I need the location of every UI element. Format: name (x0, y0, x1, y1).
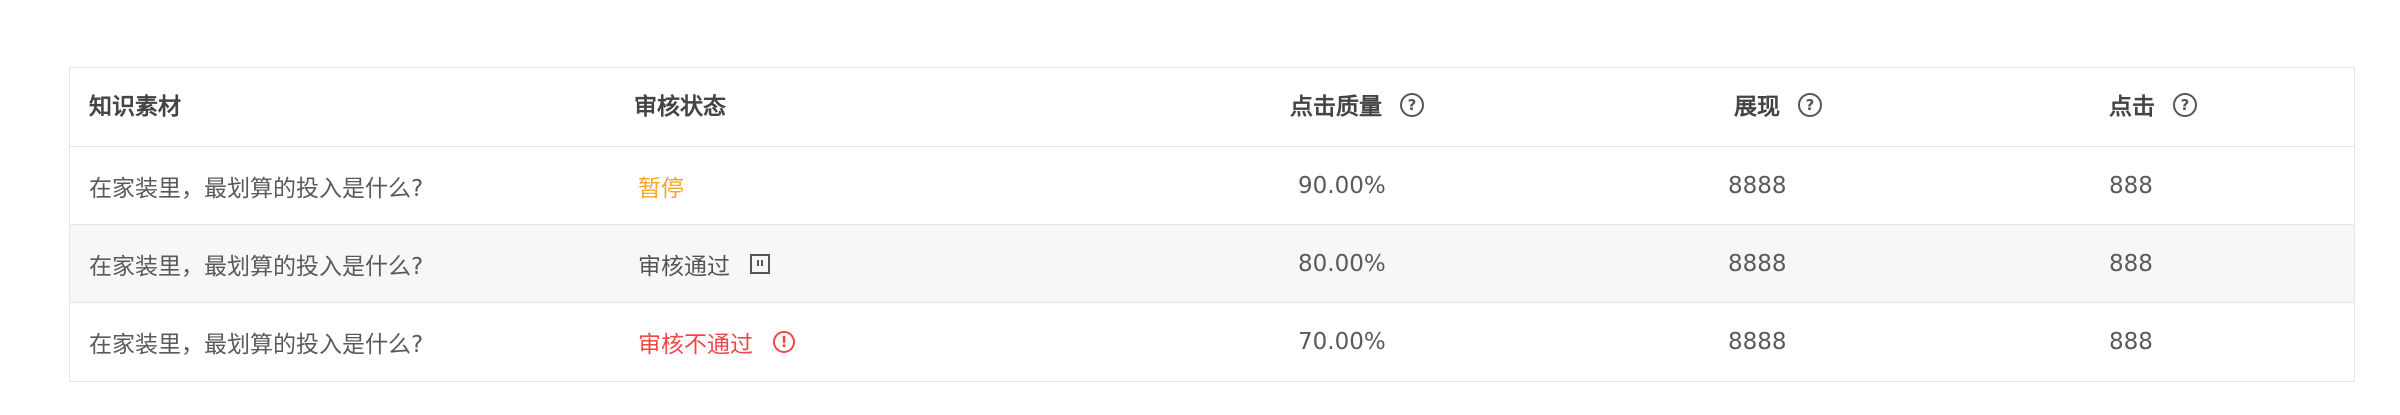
column-header-material: 知识素材 (89, 65, 181, 143)
clicks-cell: 888 (2109, 172, 2153, 199)
column-header-clicks: 点击 ? (2109, 65, 2197, 143)
quality-cell: 70.00% (1298, 329, 1386, 355)
status-label: 审核通过 (638, 253, 730, 280)
column-header-quality-label: 点击质量 (1290, 94, 1382, 120)
status-label: 审核不通过 (638, 332, 753, 358)
material-cell: 在家装里，最划算的投入是什么? (89, 175, 424, 202)
help-icon[interactable]: ? (1798, 93, 1822, 117)
status-cell: 暂停 (638, 147, 684, 224)
knowledge-material-table: 知识素材 审核状态 点击质量 ? 展现 ? 点击 ? 在家装里，最划算的投入是什… (69, 67, 2355, 382)
impressions-cell: 8888 (1728, 172, 1787, 199)
table-row: 在家装里，最划算的投入是什么? 审核不通过 ! 70.00% 8888 888 (70, 303, 2354, 381)
status-cell: 审核通过 (638, 225, 770, 302)
table-row: 在家装里，最划算的投入是什么? 审核通过 80.00% 8888 888 (70, 225, 2354, 303)
table-header: 知识素材 审核状态 点击质量 ? 展现 ? 点击 ? (70, 68, 2354, 147)
clicks-cell: 888 (2109, 329, 2153, 355)
help-icon[interactable]: ? (1400, 93, 1424, 117)
status-label: 暂停 (638, 175, 684, 202)
pause-square-icon[interactable] (750, 253, 770, 274)
column-header-material-label: 知识素材 (89, 94, 181, 120)
column-header-status-label: 审核状态 (634, 94, 726, 120)
column-header-quality: 点击质量 ? (1290, 65, 1424, 143)
material-cell: 在家装里，最划算的投入是什么? (89, 253, 424, 280)
column-header-clicks-label: 点击 (2109, 94, 2155, 120)
impressions-cell: 8888 (1728, 329, 1787, 355)
clicks-cell: 888 (2109, 250, 2153, 277)
quality-cell: 80.00% (1298, 250, 1386, 277)
material-cell: 在家装里，最划算的投入是什么? (89, 332, 424, 358)
alert-circle-icon[interactable]: ! (773, 331, 795, 353)
column-header-impressions-label: 展现 (1734, 94, 1780, 120)
impressions-cell: 8888 (1728, 250, 1787, 277)
table-row: 在家装里，最划算的投入是什么? 暂停 90.00% 8888 888 (70, 147, 2354, 225)
help-icon[interactable]: ? (2173, 93, 2197, 117)
quality-cell: 90.00% (1298, 172, 1386, 199)
column-header-status: 审核状态 (634, 65, 726, 143)
status-cell: 审核不通过 ! (638, 303, 795, 381)
column-header-impressions: 展现 ? (1734, 65, 1822, 143)
